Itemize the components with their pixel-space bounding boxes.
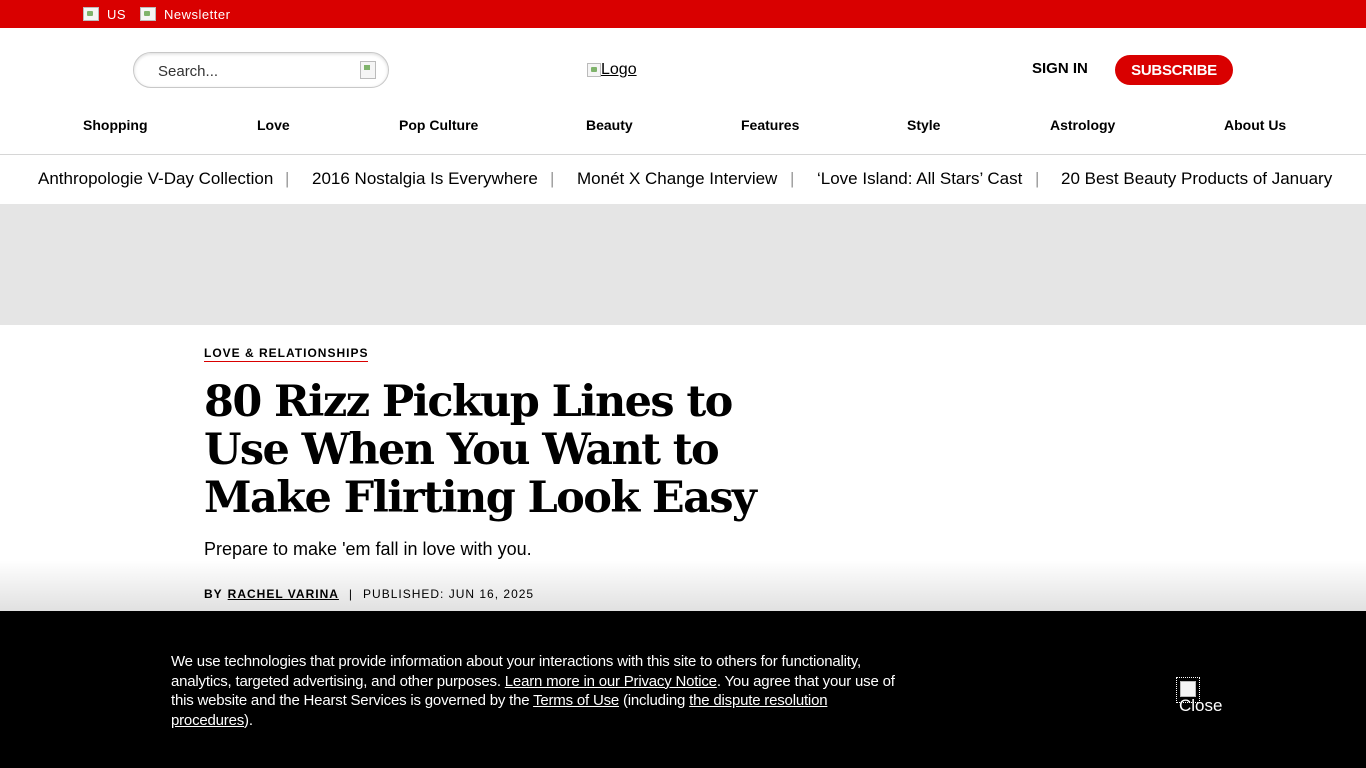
nav-item-love[interactable]: Love: [257, 117, 290, 133]
nav-item-style[interactable]: Style: [907, 117, 940, 133]
site-logo[interactable]: Logo: [587, 60, 637, 80]
close-banner-button[interactable]: Close: [1176, 677, 1226, 717]
nav-item-about-us[interactable]: About Us: [1224, 117, 1286, 133]
logo-alt-text: Logo: [601, 61, 637, 78]
sign-in-button[interactable]: SIGN IN: [1032, 60, 1088, 77]
trending-bar: Anthropologie V-Day Collection | 2016 No…: [0, 154, 1366, 204]
article-byline: BY RACHEL VARINA | PUBLISHED: JUN 16, 20…: [204, 587, 534, 601]
trending-separator: |: [285, 169, 290, 188]
byline-separator: |: [348, 587, 354, 601]
trending-separator: |: [1035, 169, 1040, 188]
mail-icon: [140, 7, 156, 21]
article-headline: 80 Rizz Pickup Lines to Use When You Wan…: [204, 377, 757, 523]
region-label: US: [107, 6, 127, 22]
trending-link[interactable]: 2016 Nostalgia Is Everywhere: [312, 169, 538, 189]
cookie-consent-banner: We use technologies that provide informa…: [0, 611, 1366, 768]
byline-prefix: BY: [204, 587, 223, 601]
logo-image-icon: [587, 63, 601, 77]
article-category-link[interactable]: LOVE & RELATIONSHIPS: [204, 346, 369, 362]
nav-item-features[interactable]: Features: [741, 117, 799, 133]
author-link[interactable]: RACHEL VARINA: [228, 587, 339, 601]
nav-item-astrology[interactable]: Astrology: [1050, 117, 1115, 133]
flag-icon: [83, 7, 99, 21]
terms-of-use-link[interactable]: Terms of Use: [533, 692, 619, 709]
search-box: [133, 52, 389, 88]
search-input[interactable]: [158, 61, 348, 81]
trending-separator: |: [790, 169, 795, 188]
publish-date: PUBLISHED: JUN 16, 2025: [363, 587, 535, 601]
privacy-notice-link[interactable]: Learn more in our Privacy Notice: [505, 673, 717, 690]
trending-link[interactable]: Monét X Change Interview: [577, 169, 777, 189]
article-dek: Prepare to make 'em fall in love with yo…: [204, 539, 532, 559]
search-icon[interactable]: [360, 61, 376, 79]
trending-link[interactable]: ‘Love Island: All Stars’ Cast: [817, 169, 1022, 189]
nav-item-beauty[interactable]: Beauty: [586, 117, 633, 133]
banner-shadow: [0, 560, 1366, 612]
trending-link[interactable]: Anthropologie V-Day Collection: [38, 169, 273, 189]
subscribe-button[interactable]: SUBSCRIBE: [1115, 55, 1233, 85]
nav-item-shopping[interactable]: Shopping: [83, 117, 148, 133]
trending-link[interactable]: 20 Best Beauty Products of January: [1061, 169, 1332, 189]
ad-placeholder: [0, 204, 1366, 325]
close-label: Close: [1179, 696, 1223, 715]
nav-item-pop-culture[interactable]: Pop Culture: [399, 117, 478, 133]
region-selector[interactable]: US: [83, 6, 126, 22]
cookie-consent-text: We use technologies that provide informa…: [171, 653, 895, 729]
top-bar: US Newsletter: [0, 0, 1366, 28]
newsletter-link[interactable]: Newsletter: [140, 6, 230, 22]
newsletter-label: Newsletter: [164, 6, 231, 22]
trending-separator: |: [550, 169, 555, 188]
